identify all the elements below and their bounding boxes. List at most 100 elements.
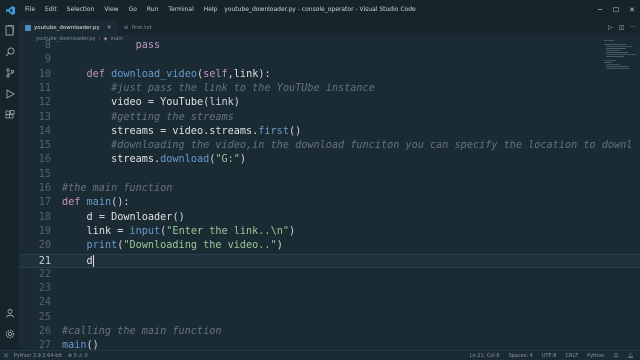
code-token: () xyxy=(172,211,185,223)
menu-item-help[interactable]: Help xyxy=(199,0,223,20)
code-token: self xyxy=(203,68,228,80)
minimap[interactable] xyxy=(600,36,640,342)
code-line[interactable]: 13 #getting the streams xyxy=(19,111,640,125)
notifications-icon[interactable]: 🔔︎ xyxy=(628,353,634,359)
code-line[interactable]: 9 xyxy=(19,53,640,67)
remote-indicator-icon[interactable]: ⟩⟨ xyxy=(4,353,8,359)
line-number: 23 xyxy=(38,283,51,295)
tab-label: youtube_downloader.py xyxy=(34,24,100,31)
code-text: streams.download("G:") xyxy=(62,153,246,167)
code-line[interactable]: 17 def main(): xyxy=(19,196,640,210)
menu-item-file[interactable]: File xyxy=(20,0,40,20)
code-line[interactable]: 14 streams = video.streams.first() xyxy=(19,125,640,139)
code-token: #the main function xyxy=(62,183,173,194)
indentation[interactable]: Spaces: 4 xyxy=(509,353,533,359)
editor-actions: ▷ ◫ ··· xyxy=(608,20,636,35)
code-text: def main(): xyxy=(62,196,130,210)
code-token: ) xyxy=(288,225,296,237)
menu-item-selection[interactable]: Selection xyxy=(62,0,100,20)
code-token: def xyxy=(62,197,87,209)
tab-youtube-downloader[interactable]: youtube_downloader.py × xyxy=(19,20,118,35)
code-line[interactable]: 24 xyxy=(19,296,640,310)
line-number: 22 xyxy=(38,268,51,280)
menu-item-edit[interactable]: Edit xyxy=(40,0,62,20)
code-line-current[interactable]: 21 d xyxy=(19,253,640,269)
code-line[interactable]: 16 streams.download("G:") xyxy=(19,153,640,167)
line-number: 18 xyxy=(38,211,51,223)
close-tab-icon[interactable]: × xyxy=(107,24,112,31)
tab-first-txt[interactable]: ≡ first.txt xyxy=(118,20,158,35)
line-number: 25 xyxy=(38,311,51,323)
code-token: "Downloading the video.." xyxy=(123,240,277,252)
code-line[interactable]: 15 #downloading the video,in the downloa… xyxy=(19,139,640,153)
code-text: #just pass the link to the YouTUbe insta… xyxy=(62,82,375,96)
more-actions-icon[interactable]: ··· xyxy=(630,24,636,31)
line-number: 16 xyxy=(38,154,51,166)
line-endings[interactable]: CRLF xyxy=(565,353,578,359)
code-line[interactable]: 12 video = YouTube(link) xyxy=(19,96,640,110)
maximize-icon[interactable]: ☐ xyxy=(608,0,624,20)
close-icon[interactable]: ✕ xyxy=(624,0,640,20)
code-line[interactable]: 22 xyxy=(19,268,640,282)
source-control-icon[interactable] xyxy=(0,62,19,83)
search-icon[interactable] xyxy=(0,41,19,62)
window-controls: ─ ☐ ✕ xyxy=(592,0,640,20)
code-token: download_video xyxy=(111,68,197,80)
code-line[interactable]: 25 xyxy=(19,311,640,325)
code-line[interactable]: 19 link = input("Enter the link..\n") xyxy=(19,225,640,239)
extensions-icon[interactable] xyxy=(0,104,19,125)
code-line[interactable]: 23 xyxy=(19,282,640,296)
cursor-position[interactable]: Ln 21, Col 6 xyxy=(470,353,500,359)
line-number: 14 xyxy=(38,125,51,137)
code-text: d xyxy=(62,254,94,269)
problems-count[interactable]: ⊗ 0 ⚠ 0 xyxy=(68,353,88,359)
menu-item-run[interactable]: Run xyxy=(142,0,164,20)
line-number: 24 xyxy=(38,297,51,309)
line-number: 11 xyxy=(38,82,51,94)
code-token: link = xyxy=(86,225,130,237)
code-line[interactable]: 16 #the main function xyxy=(19,182,640,196)
code-token: #calling the main function xyxy=(62,326,222,337)
line-number: 12 xyxy=(38,97,51,109)
split-editor-icon[interactable]: ◫ xyxy=(619,24,625,31)
code-token: #just pass the link to the YouTUbe insta… xyxy=(111,82,375,94)
code-line[interactable]: 18 d = Downloader() xyxy=(19,211,640,225)
code-line[interactable]: 20 print("Downloading the video..") xyxy=(19,239,640,253)
encoding[interactable]: UTF-8 xyxy=(542,353,557,359)
code-text: #downloading the video,in the download f… xyxy=(62,139,632,153)
minimize-icon[interactable]: ─ xyxy=(592,0,608,20)
feedback-icon[interactable]: ☺ xyxy=(613,353,618,359)
settings-gear-icon[interactable] xyxy=(0,323,19,344)
code-text: #the main function xyxy=(62,182,172,196)
code-line[interactable]: 15 xyxy=(19,168,640,182)
menu-item-view[interactable]: View xyxy=(99,0,123,20)
code-editor[interactable]: 8 pass 9 10 def download_video(self,link):… xyxy=(19,36,640,351)
python-interpreter[interactable]: Python 3.9.2 64-bit xyxy=(14,353,62,359)
code-line[interactable]: 11 #just pass the link to the YouTUbe in… xyxy=(19,82,640,96)
menu-item-terminal[interactable]: Terminal xyxy=(163,0,198,20)
vscode-logo-icon xyxy=(0,0,20,20)
run-debug-icon[interactable] xyxy=(0,83,19,104)
code-line[interactable]: 8 pass xyxy=(19,39,640,53)
python-file-icon xyxy=(25,24,31,31)
code-token: d = xyxy=(86,211,112,223)
explorer-icon[interactable] xyxy=(0,20,19,41)
line-number: 26 xyxy=(38,326,51,337)
run-file-icon[interactable]: ▷ xyxy=(608,24,613,31)
code-token: pass xyxy=(135,40,161,51)
code-token: video = xyxy=(111,97,161,109)
code-line[interactable]: 10 def download_video(self,link): xyxy=(19,68,640,82)
language-mode[interactable]: Python xyxy=(587,353,604,359)
title-bar: File Edit Selection View Go Run Terminal Help y… xyxy=(0,0,640,20)
menu-item-go[interactable]: Go xyxy=(124,0,142,20)
code-line[interactable]: 26 #calling the main function xyxy=(19,325,640,339)
account-icon[interactable] xyxy=(0,302,19,323)
line-number: 10 xyxy=(38,68,51,80)
